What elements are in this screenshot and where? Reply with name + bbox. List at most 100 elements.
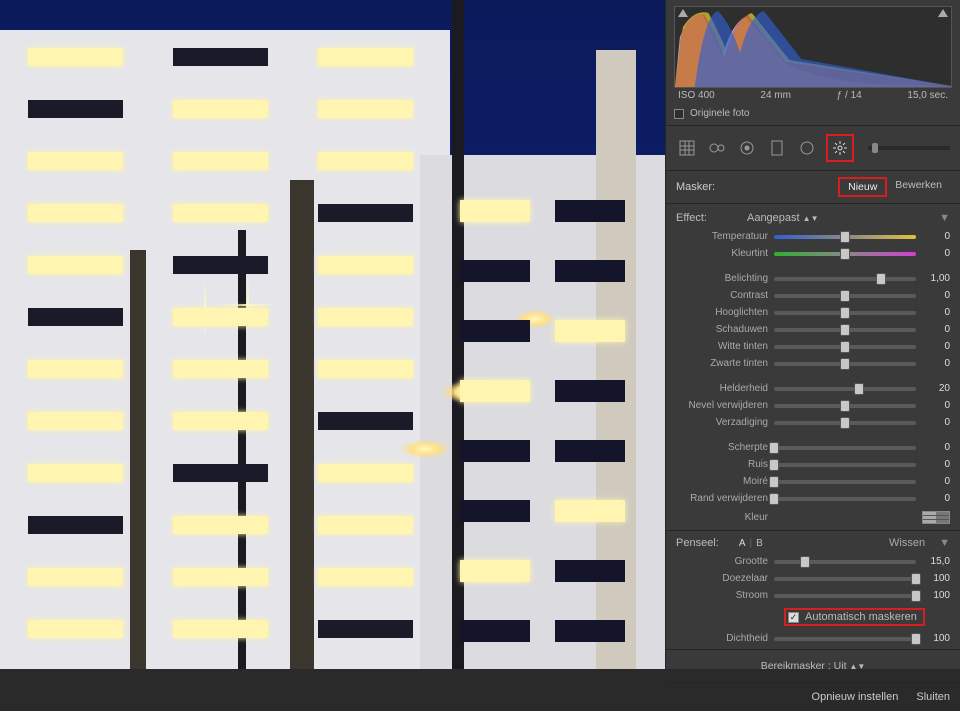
crop-tool[interactable] [676,137,698,159]
slider-track-helderheid[interactable] [774,387,916,391]
brush-b[interactable]: B [756,538,763,549]
slider-helderheid: Helderheid 20 [676,380,950,397]
slider-doezelaar: Doezelaar100 [676,570,950,587]
image-preview[interactable]: (function(){ const v=document.querySelec… [0,0,665,669]
reset-button[interactable]: Opnieuw instellen [812,691,899,703]
slider-track-nevel[interactable] [774,404,916,408]
develop-panel: ISO 400 24 mm ƒ / 14 15,0 sec. Originele… [665,0,960,669]
range-mask-value[interactable]: Uit ▲▼ [834,660,866,672]
slider-value-kleurtint[interactable]: 0 [922,248,950,259]
slider-belichting: Belichting1,00 [676,270,950,287]
brush-collapse-icon[interactable]: ▼ [939,537,950,549]
brush-tool[interactable] [829,137,851,159]
slider-value-helderheid[interactable]: 20 [922,383,950,394]
slider-value-schaduwen[interactable]: 0 [922,324,950,335]
slider-label-witte: Witte tinten [676,341,768,352]
auto-mask-highlight: ✓ Automatisch maskeren [784,608,925,626]
shadow-clip-icon[interactable] [678,9,688,17]
histogram[interactable] [674,6,952,88]
slider-label-kleurtint: Kleurtint [676,248,768,259]
brush-a[interactable]: A [739,538,746,549]
slider-track-doezelaar[interactable] [774,577,916,581]
slider-temperatuur: Temperatuur 0 [676,228,950,245]
slider-track-witte[interactable] [774,345,916,349]
slider-grootte: Grootte 15,0 [676,553,950,570]
tool-size-slider[interactable] [868,146,950,150]
spot-tool[interactable] [706,137,728,159]
slider-label-scherpte: Scherpte [676,442,768,453]
slider-track-stroom[interactable] [774,594,916,598]
color-swatch[interactable] [922,511,950,524]
slider-track-belichting[interactable] [774,277,916,281]
slider-dichtheid: Dichtheid 100 [676,630,950,647]
brush-tool-highlight [826,134,854,162]
slider-label-hooglichten: Hooglichten [676,307,768,318]
auto-mask-label: Automatisch maskeren [805,611,917,623]
slider-value-belichting[interactable]: 1,00 [922,273,950,284]
slider-track-moire[interactable] [774,480,916,484]
slider-zwarte: Zwarte tinten0 [676,355,950,372]
slider-label-schaduwen: Schaduwen [676,324,768,335]
close-button[interactable]: Sluiten [916,691,950,703]
slider-track-temperatuur[interactable] [774,235,916,239]
slider-ruis: Ruis0 [676,456,950,473]
exif-row: ISO 400 24 mm ƒ / 14 15,0 sec. [674,88,952,105]
slider-value-stroom[interactable]: 100 [922,590,950,601]
range-mask-label: Bereikmasker : [761,660,831,672]
collapse-icon[interactable]: ▼ [939,212,950,224]
mask-edit-button[interactable]: Bewerken [887,177,950,197]
slider-track-contrast[interactable] [774,294,916,298]
slider-track-schaduwen[interactable] [774,328,916,332]
effect-preset[interactable]: Aangepast ▲▼ [747,212,819,224]
brush-erase[interactable]: Wissen [889,537,925,549]
slider-label-dichtheid: Dichtheid [676,633,768,644]
focal-value: 24 mm [760,90,791,101]
slider-track-zwarte[interactable] [774,362,916,366]
auto-mask-checkbox[interactable]: ✓ [788,612,799,623]
slider-value-doezelaar[interactable]: 100 [922,573,950,584]
highlight-clip-icon[interactable] [938,9,948,17]
redeye-tool[interactable] [736,137,758,159]
slider-value-verzadiging[interactable]: 0 [922,417,950,428]
original-checkbox[interactable] [674,109,684,119]
slider-contrast: Contrast0 [676,287,950,304]
slider-track-hooglichten[interactable] [774,311,916,315]
slider-track-ruis[interactable] [774,463,916,467]
slider-value-ruis[interactable]: 0 [922,459,950,470]
gradient-tool[interactable] [766,137,788,159]
slider-label-grootte: Grootte [676,556,768,567]
slider-value-nevel[interactable]: 0 [922,400,950,411]
slider-scherpte: Scherpte 0 [676,439,950,456]
slider-label-stroom: Stroom [676,590,768,601]
slider-track-scherpte[interactable] [774,446,916,450]
slider-label-helderheid: Helderheid [676,383,768,394]
slider-track-kleurtint[interactable] [774,252,916,256]
slider-value-scherpte[interactable]: 0 [922,442,950,453]
slider-value-hooglichten[interactable]: 0 [922,307,950,318]
slider-label-nevel: Nevel verwijderen [676,400,768,411]
slider-value-dichtheid[interactable]: 100 [922,633,950,644]
slider-value-temperatuur[interactable]: 0 [922,231,950,242]
slider-track-verzadiging[interactable] [774,421,916,425]
slider-label-temperatuur: Temperatuur [676,231,768,242]
slider-track-grootte[interactable] [774,560,916,564]
slider-value-zwarte[interactable]: 0 [922,358,950,369]
slider-value-rand[interactable]: 0 [922,493,950,504]
slider-hooglichten: Hooglichten 0 [676,304,950,321]
mask-new-button[interactable]: Nieuw [838,177,887,197]
slider-value-contrast[interactable]: 0 [922,290,950,301]
slider-value-moire[interactable]: 0 [922,476,950,487]
slider-rand: Rand verwijderen 0 [676,490,950,507]
slider-value-grootte[interactable]: 15,0 [922,556,950,567]
slider-track-dichtheid[interactable] [774,637,916,641]
slider-track-rand[interactable] [774,497,916,501]
slider-label-rand: Rand verwijderen [676,493,768,504]
iso-value: ISO 400 [678,90,715,101]
slider-value-witte[interactable]: 0 [922,341,950,352]
slider-verzadiging: Verzadiging0 [676,414,950,431]
slider-kleurtint: Kleurtint 0 [676,245,950,262]
radial-tool[interactable] [796,137,818,159]
slider-label-moire: Moiré [676,476,768,487]
original-label: Originele foto [690,108,749,119]
mask-label: Masker: [676,181,838,193]
